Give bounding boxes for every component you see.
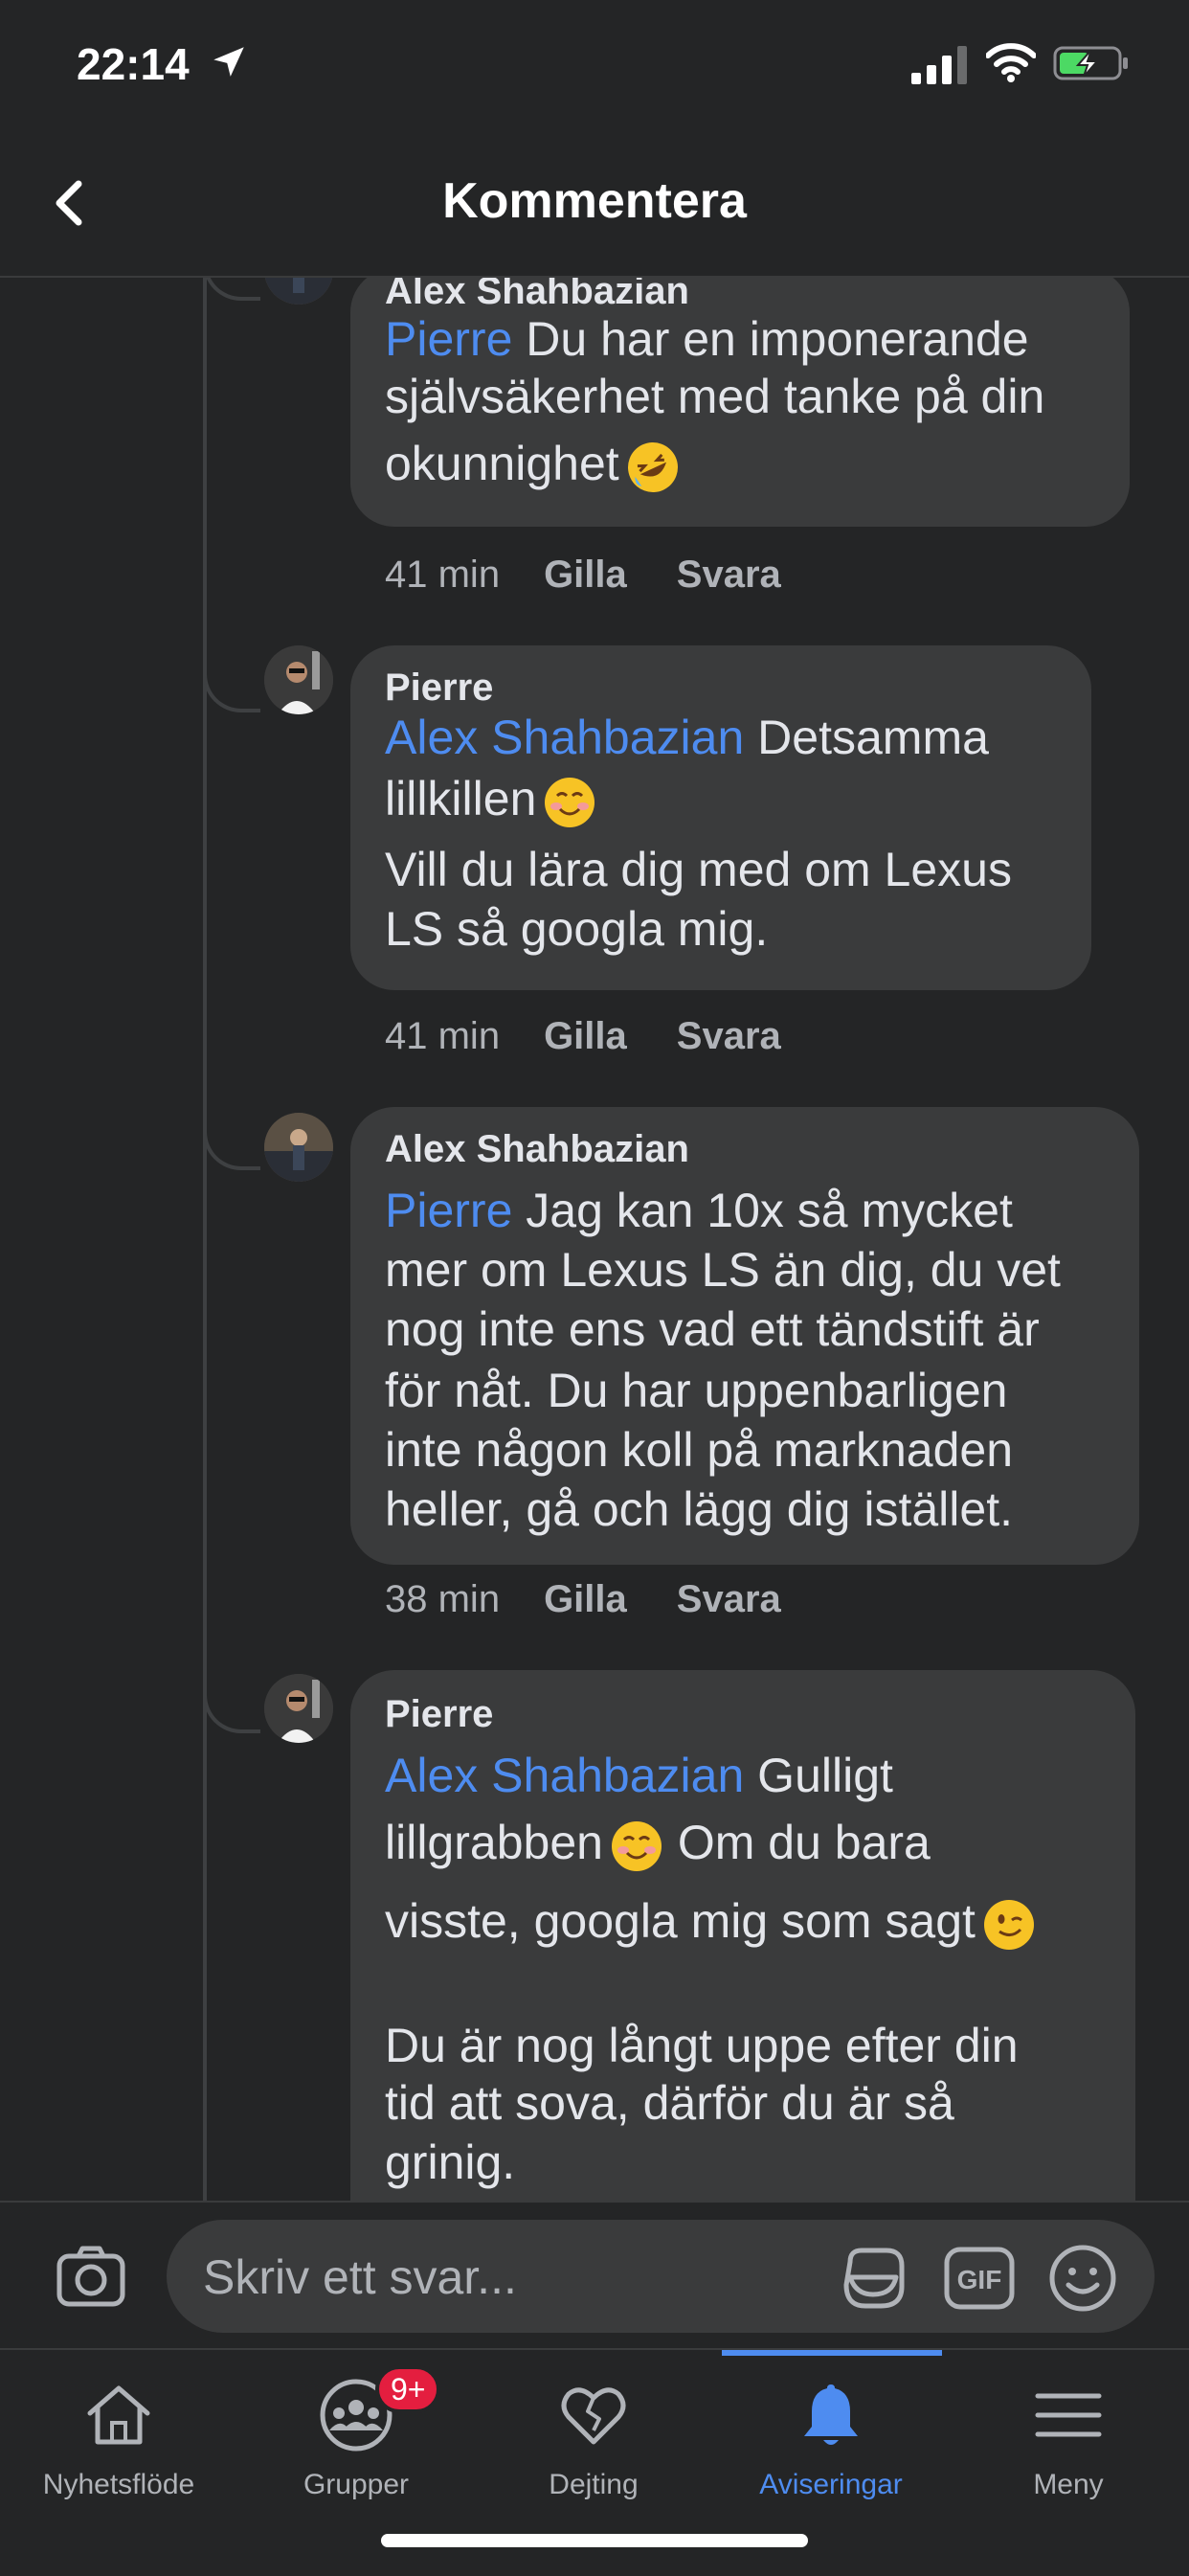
avatar[interactable]: [264, 278, 333, 305]
svg-text:GIF: GIF: [957, 2265, 1002, 2294]
comment-actions: 38 min Gilla Svara: [385, 1578, 831, 1621]
home-indicator[interactable]: [381, 2534, 808, 2547]
comment-text: okunnighet: [385, 435, 681, 495]
comment-author[interactable]: Pierre: [385, 667, 493, 710]
comment-text: visste, googla mig som sagt: [385, 1892, 1037, 1953]
comment-timestamp: 41 min: [385, 554, 501, 596]
comment-author[interactable]: Pierre: [385, 1693, 493, 1736]
tab-label: Grupper: [303, 2469, 410, 2500]
battery-charging-icon: [1053, 46, 1128, 80]
comment-text: mer om Lexus LS än dig, du vet: [385, 1243, 1061, 1297]
menu-icon: [1035, 2393, 1102, 2437]
comment-text: nog inte ens vad ett tändstift är: [385, 1302, 1040, 1356]
status-bar: 22:14: [0, 0, 1189, 134]
avatar[interactable]: [264, 1674, 333, 1743]
tab-label: Nyhetsflöde: [42, 2469, 195, 2500]
tab-nyhetsflode[interactable]: Nyhetsflöde: [0, 2350, 237, 2542]
comment-bubble: Pierre Alex Shahbazian Gulligt lillgrabb…: [350, 1670, 1135, 2201]
avatar[interactable]: [264, 645, 333, 714]
wifi-icon: [986, 43, 1036, 82]
thread-connector: [203, 278, 260, 301]
comment-text: grinig.: [385, 2135, 516, 2189]
heart-icon: [561, 2387, 626, 2445]
tab-meny[interactable]: Meny: [950, 2350, 1187, 2542]
avatar-photo: [264, 278, 333, 305]
like-button[interactable]: Gilla: [544, 554, 627, 597]
avatar[interactable]: [264, 1113, 333, 1182]
mention-link[interactable]: Alex Shahbazian: [385, 711, 744, 764]
comment-text: Alex Shahbazian Gulligt: [385, 1749, 893, 1802]
clock: 22:14: [77, 39, 190, 89]
comment-actions: 41 min Gilla Svara: [385, 554, 831, 597]
reply-composer: GIF: [0, 2201, 1189, 2350]
camera-icon[interactable]: [54, 2239, 128, 2314]
avatar-photo: [264, 1674, 333, 1743]
avatar-photo: [264, 645, 333, 714]
comment-timestamp: 41 min: [385, 1015, 501, 1057]
smiling-emoji-icon: [545, 777, 595, 827]
comment-bubble: Pierre Alex Shahbazian Detsamma lillkill…: [350, 645, 1091, 990]
app-header: Kommentera: [0, 134, 1189, 278]
comment-text: Vill du lära dig med om Lexus: [385, 843, 1012, 896]
like-button[interactable]: Gilla: [544, 1015, 627, 1058]
mention-link[interactable]: Alex Shahbazian: [385, 1749, 744, 1802]
thread-connector: [203, 1109, 260, 1170]
comment-text: inte någon koll på marknaden: [385, 1423, 1014, 1477]
comment-text: lillkillen: [385, 770, 597, 830]
avatar-photo: [264, 1113, 333, 1182]
sticker-icon[interactable]: [839, 2243, 909, 2314]
tab-label: Aviseringar: [759, 2469, 903, 2500]
reply-button[interactable]: Svara: [677, 1015, 781, 1058]
mention-link[interactable]: Pierre: [385, 312, 512, 366]
comment-text: Du är nog långt uppe efter din: [385, 2019, 1019, 2072]
thread-connector: [203, 651, 260, 712]
emoji-picker-icon[interactable]: [1047, 2243, 1118, 2314]
comment-bubble: Alex Shahbazian Pierre Jag kan 10x så my…: [350, 1107, 1139, 1565]
laughing-emoji-icon: [627, 441, 678, 492]
comment-text: lillgrabben Om du bara: [385, 1814, 931, 1874]
like-button[interactable]: Gilla: [544, 1578, 627, 1621]
mention-link[interactable]: Pierre: [385, 1184, 512, 1237]
reply-input-container[interactable]: GIF: [167, 2220, 1155, 2335]
comment-author[interactable]: Alex Shahbazian: [385, 1128, 689, 1171]
tab-label: Meny: [1033, 2469, 1104, 2500]
tab-grupper[interactable]: 9+ Grupper: [237, 2350, 475, 2542]
reply-button[interactable]: Svara: [677, 1578, 781, 1621]
gif-button[interactable]: GIF: [944, 2247, 1015, 2310]
thread-line: [203, 278, 207, 2201]
comment-text: tid att sova, därför du är så: [385, 2076, 954, 2130]
comment-timestamp: 38 min: [385, 1578, 501, 1620]
smiling-emoji-icon: [611, 1820, 662, 1871]
comment-text: Pierre Jag kan 10x så mycket: [385, 1184, 1013, 1237]
cellular-signal-icon: [911, 46, 967, 84]
bell-icon: [804, 2384, 858, 2445]
comment-author[interactable]: Alex Shahbazian: [385, 278, 689, 313]
comment-bubble: Alex Shahbazian Pierre Du har en imponer…: [350, 278, 1130, 527]
comment-actions: 41 min Gilla Svara: [385, 1015, 831, 1058]
thread-connector: [203, 1672, 260, 1733]
tab-aviseringar[interactable]: Aviseringar: [712, 2350, 950, 2542]
location-arrow-icon: [213, 47, 244, 77]
winking-emoji-icon: [983, 1899, 1034, 1950]
comment-text: Alex Shahbazian Detsamma: [385, 711, 989, 764]
home-icon: [87, 2385, 150, 2445]
reply-button[interactable]: Svara: [677, 554, 781, 597]
comment-text: heller, gå och lägg dig istället.: [385, 1482, 1013, 1536]
page-title: Kommentera: [442, 173, 747, 229]
comment-text: självsäkerhet med tanke på din: [385, 370, 1045, 423]
reply-input[interactable]: [201, 2220, 818, 2335]
comment-text: Pierre Du har en imponerande: [385, 312, 1029, 366]
tab-dejting[interactable]: Dejting: [475, 2350, 712, 2542]
notification-badge: 9+: [375, 2365, 441, 2413]
tab-label: Dejting: [549, 2469, 639, 2500]
comment-text: för nåt. Du har uppenbarligen: [385, 1364, 1008, 1417]
comment-thread: Alex Shahbazian Pierre Du har en imponer…: [0, 278, 1189, 2201]
comment-text: LS så googla mig.: [385, 902, 769, 956]
